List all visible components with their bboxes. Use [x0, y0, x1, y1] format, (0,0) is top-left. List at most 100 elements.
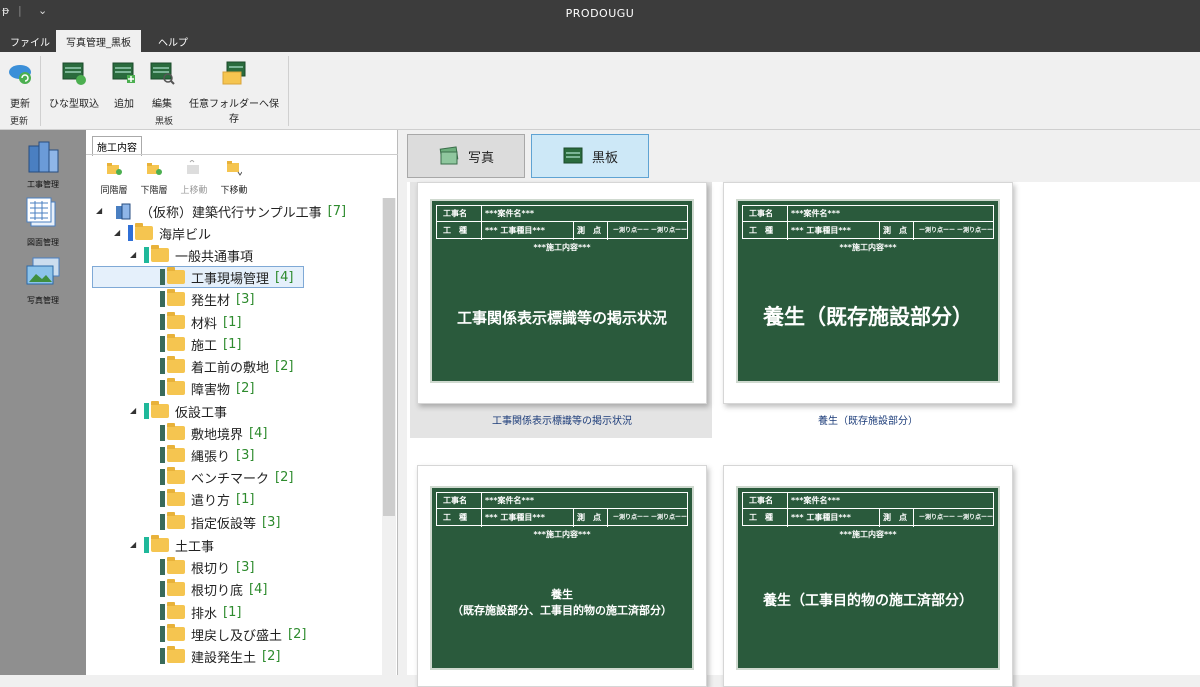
tree-node-item[interactable]: 遣り方 [1]	[160, 488, 254, 510]
tree-node-count: [2]	[275, 469, 294, 485]
ribbon: 更新 ひな型取込 追加 編集 任意フォルダーへ保存 更新 黒板	[0, 52, 1200, 130]
tree-scrollbar[interactable]	[382, 198, 396, 675]
photo-stack-icon	[439, 146, 459, 165]
move-up-button[interactable]: 上移動	[178, 159, 210, 196]
tree-node-label: 海岸ビル	[159, 227, 212, 243]
board-work-value: *** 工事種目***	[485, 513, 545, 522]
tree-node-label: 敷地境界	[191, 427, 244, 443]
tree-node-item[interactable]: 埋戻し及び盛土 [2]	[160, 623, 306, 645]
tree-node-building[interactable]: 海岸ビル	[128, 222, 211, 244]
level-marker	[160, 604, 165, 620]
scrollbar-thumb[interactable]	[383, 198, 395, 516]
collapse-arrow-icon[interactable]: ◢	[130, 540, 136, 549]
tree-node-item[interactable]: 障害物 [2]	[160, 377, 254, 399]
nav-label: 図面管理	[27, 238, 59, 247]
tree-node-count: [4]	[275, 269, 294, 285]
board-project-label: 工事名	[443, 209, 467, 218]
tree-node-item[interactable]: 建設発生土 [2]	[160, 645, 280, 667]
board-mode-button[interactable]: 黒板	[531, 134, 649, 178]
board-thumbnail[interactable]: 工事名 ***案件名*** 工 種 *** 工事種目*** 測 点 ー測り点ーー…	[723, 182, 1013, 404]
add-board-button[interactable]: 追加	[110, 60, 138, 110]
board-mode-label: 黒板	[591, 150, 618, 166]
tree-node-item[interactable]: 根切り [3]	[160, 556, 254, 578]
tree-node-item[interactable]: 材料 [1]	[160, 311, 241, 333]
tree-node-label: 遣り方	[191, 493, 231, 509]
level-marker	[160, 491, 165, 507]
template-import-button[interactable]: ひな型取込	[48, 60, 100, 110]
level-marker	[160, 559, 165, 575]
collapse-arrow-icon[interactable]: ◢	[130, 406, 136, 415]
tree-panel: 施工内容 同階層 下階層 上移動 下移動 ◢ （仮称）建築代行サンプル工事 [7…	[86, 130, 398, 675]
move-down-button[interactable]: 下移動	[218, 160, 250, 196]
tab-help[interactable]: ヘルプ	[148, 30, 198, 52]
board-project-value: ***案件名***	[791, 496, 841, 505]
board-thumbnail[interactable]: 工事名 ***案件名*** 工 種 *** 工事種目*** 測 点 ー測り点ーー…	[417, 465, 707, 687]
board-survey-label: 測 点	[883, 513, 907, 522]
edit-board-button[interactable]: 編集	[148, 60, 176, 110]
group-label-board: 黒板	[155, 117, 174, 127]
tree-node-label: ベンチマーク	[191, 471, 270, 487]
thumbnail-caption: 養生（既存施設部分）	[818, 416, 918, 427]
lower-level-button[interactable]: 下階層	[138, 160, 170, 196]
nav-photo-management[interactable]: 写真管理	[0, 254, 86, 306]
tree-node-label: 一般共通事項	[175, 249, 254, 265]
same-level-button[interactable]: 同階層	[98, 160, 130, 196]
level-marker	[160, 648, 165, 664]
nav-construction-management[interactable]: 工事管理	[0, 138, 86, 190]
tree-node-item[interactable]: 施工 [1]	[160, 333, 241, 355]
template-import-label: ひな型取込	[49, 99, 99, 110]
collapse-arrow-icon[interactable]: ◢	[130, 250, 136, 259]
tree-node-category[interactable]: 仮設工事	[144, 400, 227, 422]
board-survey-label: 測 点	[883, 226, 907, 235]
board-import-icon	[62, 62, 86, 85]
tab-photo-board[interactable]: 写真管理_黒板	[56, 30, 141, 52]
photo-mode-button[interactable]: 写真	[407, 134, 525, 178]
tree-node-item-selected[interactable]: 工事現場管理 [4]	[92, 266, 304, 288]
board-header-row	[437, 206, 687, 222]
level-marker	[128, 225, 133, 241]
board-title: 養生（工事目的物の施工済部分）	[763, 593, 973, 609]
tree-node-item[interactable]: 敷地境界 [4]	[160, 422, 267, 444]
folder-icon	[167, 624, 185, 641]
lower-level-label: 下階層	[140, 186, 168, 196]
board-survey-value: ー測り点ーー	[613, 227, 650, 234]
folder-icon	[167, 378, 185, 395]
tree-node-item[interactable]: 排水 [1]	[160, 601, 241, 623]
tree-node-count: [3]	[236, 559, 255, 575]
tree-node-item[interactable]: 発生材 [3]	[160, 288, 254, 310]
nav-drawing-management[interactable]: 図面管理	[0, 196, 86, 248]
board-header-row	[437, 493, 687, 509]
folder-icon	[151, 401, 169, 418]
tree-node-item[interactable]: 着工前の敷地 [2]	[160, 355, 293, 377]
folder-icon	[167, 312, 185, 329]
board-project-value: ***案件名***	[791, 209, 841, 218]
tree-node-item[interactable]: 縄張り [3]	[160, 444, 254, 466]
tab-construction-content[interactable]: 施工内容	[92, 136, 142, 156]
tree-node-label: （仮称）建築代行サンプル工事	[140, 205, 322, 221]
collapse-arrow-icon[interactable]: ◢	[96, 206, 102, 215]
save-to-folder-button[interactable]: 任意フォルダーへ保存	[186, 60, 282, 125]
tree-node-item[interactable]: 指定仮設等 [3]	[160, 511, 280, 533]
board-survey-value: ー測り点ーー	[957, 227, 994, 234]
board-thumbnail[interactable]: 工事名 ***案件名*** 工 種 *** 工事種目*** 測 点 ー測り点ーー…	[723, 465, 1013, 687]
tree-node-label: 根切り底	[191, 583, 244, 599]
board-divider	[879, 509, 880, 527]
collapse-arrow-icon[interactable]: ◢	[114, 228, 120, 237]
level-marker	[160, 626, 165, 642]
blackboard-image: 工事名 ***案件名*** 工 種 *** 工事種目*** 測 点 ー測り点ーー…	[430, 199, 694, 383]
board-thumbnail[interactable]: 工事名 ***案件名*** 工 種 *** 工事種目*** 測 点 ー測り点ーー…	[417, 182, 707, 404]
tree-node-category[interactable]: 土工事	[144, 534, 214, 556]
board-divider	[481, 493, 482, 527]
board-content-label: ***施工内容***	[839, 243, 897, 252]
refresh-button[interactable]: 更新	[6, 60, 34, 110]
board-work-value: *** 工事種目***	[485, 226, 545, 235]
refresh-label: 更新	[10, 99, 30, 110]
tree-node-item[interactable]: ベンチマーク [2]	[160, 466, 293, 488]
tree-node-category[interactable]: 一般共通事項	[144, 244, 253, 266]
tree-node-project[interactable]: （仮称）建築代行サンプル工事 [7]	[114, 200, 346, 222]
tab-file[interactable]: ファイル	[0, 30, 60, 52]
board-divider	[607, 222, 608, 240]
move-down-icon	[227, 161, 243, 176]
tree-node-item[interactable]: 根切り底 [4]	[160, 578, 267, 600]
left-nav: 工事管理 図面管理 写真管理	[0, 130, 86, 675]
